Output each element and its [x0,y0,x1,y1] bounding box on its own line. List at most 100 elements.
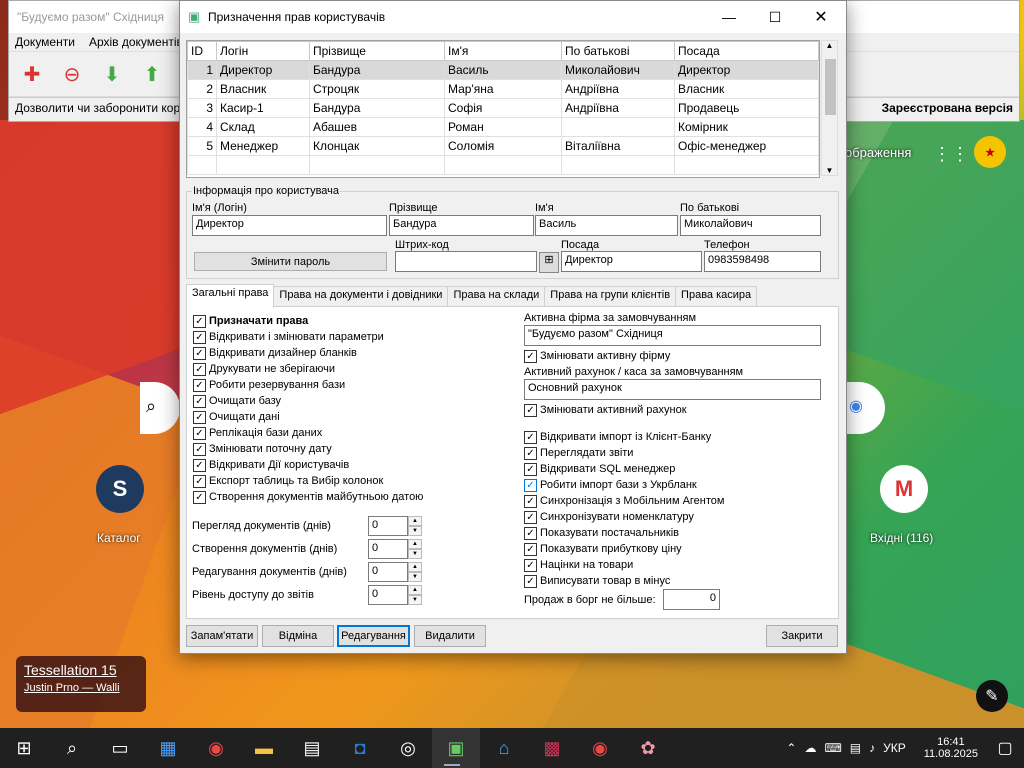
spinner-control[interactable]: 0 ▲ ▼ [368,538,422,559]
notifications-icon[interactable]: ▢ [986,738,1024,758]
spin-down-icon[interactable]: ▼ [408,525,422,536]
table-cell[interactable]: Андріївна [561,98,675,118]
rights-checkbox[interactable]: ✓ Реплікація бази даних [193,425,423,441]
remove-user-icon[interactable]: ⊖ [55,57,89,91]
table-cell[interactable]: Андріївна [561,79,675,99]
rights-checkbox[interactable]: ✓ Очищати дані [193,409,423,425]
brand-logo-icon[interactable]: ★ [974,136,1006,168]
scroll-down-icon[interactable]: ▼ [822,166,837,175]
rights-checkbox[interactable]: ✓ Переглядати звіти [524,445,724,461]
chrome-profile-icon[interactable]: ◉ [576,728,624,768]
change-account-checkbox[interactable]: ✓ Змінювати активний рахунок [524,402,687,418]
wallpaper-author[interactable]: Justin Prno — Walli [24,682,138,694]
table-cell[interactable]: Власник [216,79,310,99]
scroll-up-icon[interactable]: ▲ [822,41,837,50]
tab-cashier-rights[interactable]: Права касира [675,286,758,307]
gmail-icon[interactable]: M [880,465,928,513]
col-login[interactable]: Логін [216,41,310,61]
rights-checkbox[interactable]: ✓ Відкривати SQL менеджер [524,461,724,477]
rights-checkbox[interactable]: ✓ Синхронізація з Мобільним Агентом [524,493,724,509]
chevron-up-icon[interactable]: ⌃ [786,741,796,755]
camera-app-icon[interactable]: ◎ [384,728,432,768]
table-cell[interactable]: Соломія [444,136,562,156]
scroll-thumb[interactable] [825,59,836,115]
inbox-label[interactable]: Вхідні (116) [870,531,933,545]
login-field[interactable]: Директор [192,215,387,236]
patronymic-field[interactable]: Миколайович [680,215,821,236]
spinner-control[interactable]: 0 ▲ ▼ [368,584,422,605]
table-row[interactable]: 3 Касир-1 Бандура Софія Андріївна Продавець [187,98,819,118]
col-position[interactable]: Посада [674,41,819,61]
table-cell[interactable]: 2 [187,79,217,99]
spin-up-icon[interactable]: ▲ [408,584,422,595]
menu-archive[interactable]: Архів документів [89,35,183,49]
upload-icon[interactable]: ⬆ [135,57,169,91]
close-button[interactable]: Закрити [766,625,838,647]
table-cell[interactable]: Склад [216,117,310,137]
spinner-value[interactable]: 0 [368,515,408,536]
rights-checkbox[interactable]: ✓ Відкривати Дії користувачів [193,457,423,473]
spin-up-icon[interactable]: ▲ [408,515,422,526]
rights-checkbox[interactable]: ✓ Показувати постачальників [524,525,724,541]
tab-general-rights[interactable]: Загальні права [186,284,275,308]
table-cell[interactable]: Директор [674,60,819,80]
rights-checkbox[interactable]: ✓ Націнки на товари [524,557,724,573]
table-cell[interactable]: Касир-1 [216,98,310,118]
change-firm-checkbox[interactable]: ✓ Змінювати активну фірму [524,348,670,364]
rights-checkbox[interactable]: ✓ Очищати базу [193,393,423,409]
table-cell[interactable]: Бандура [309,60,445,80]
table-cell[interactable]: Строцяк [309,79,445,99]
rights-checkbox[interactable]: ✓ Відкривати імпорт із Клієнт-Банку [524,429,724,445]
table-cell[interactable]: Віталіївна [561,136,675,156]
table-cell[interactable]: 1 [187,60,217,80]
rights-checkbox[interactable]: ✓ Робити імпорт бази з Укрбланк [524,477,724,493]
table-cell[interactable]: Власник [674,79,819,99]
file-explorer-icon[interactable]: ▬ [240,728,288,768]
table-cell[interactable]: Роман [444,117,562,137]
table-cell[interactable]: Директор [216,60,310,80]
table-cell[interactable]: Продавець [674,98,819,118]
name-field[interactable]: Василь [535,215,678,236]
table-row[interactable]: 2 Власник Строцяк Мар'яна Андріївна Власник [187,79,819,99]
pencil-icon[interactable]: ✎ [976,680,1008,712]
rights-checkbox[interactable]: ✓ Відкривати і змінювати параметри [193,329,423,345]
spinner-control[interactable]: 0 ▲ ▼ [368,515,422,536]
wallpaper-title[interactable]: Tessellation 15 [24,662,138,678]
rights-checkbox[interactable]: ✓ Змінювати поточну дату [193,441,423,457]
rights-checkbox[interactable]: ✓ Синхронізувати номенклатуру [524,509,724,525]
table-cell[interactable]: Василь [444,60,562,80]
catalog-app-icon[interactable]: S [96,465,144,513]
barcode-field[interactable] [395,251,537,272]
table-cell[interactable]: 5 [187,136,217,156]
table-row[interactable]: 1 Директор Бандура Василь Миколайович Директо… [187,60,819,80]
images-label[interactable]: ображення [845,145,911,160]
col-name[interactable]: Ім'я [444,41,562,61]
table-cell[interactable]: Бандура [309,98,445,118]
col-id[interactable]: ID [187,41,217,61]
add-user-icon[interactable]: ✚ [15,57,49,91]
table-cell[interactable]: Менеджер [216,136,310,156]
table-cell[interactable]: Миколайович [561,60,675,80]
spin-down-icon[interactable]: ▼ [408,548,422,559]
phone-field[interactable]: 0983598498 [704,251,821,272]
spin-up-icon[interactable]: ▲ [408,538,422,549]
users-grid[interactable]: ID Логін Прізвище Ім'я По батькові Посад… [186,40,820,178]
download-icon[interactable]: ⬇ [95,57,129,91]
volume-icon[interactable]: ♪ [869,741,875,755]
language-indicator[interactable]: УКР [883,741,906,755]
grid-scrollbar[interactable]: ▲ ▼ [821,40,838,176]
table-cell[interactable]: 3 [187,98,217,118]
table-cell[interactable]: Софія [444,98,562,118]
change-password-button[interactable]: Змінити пароль [194,252,387,271]
table-row[interactable]: 4 Склад Абашев Роман Комірник [187,117,819,137]
rights-checkbox[interactable]: ✓ Показувати прибуткову ціну [524,541,724,557]
close-icon[interactable]: ✕ [798,1,844,33]
surname-field[interactable]: Бандура [389,215,534,236]
col-surname[interactable]: Прізвище [309,41,445,61]
home-app-icon[interactable]: ⌂ [480,728,528,768]
col-patronymic[interactable]: По батькові [561,41,675,61]
spinner-control[interactable]: 0 ▲ ▼ [368,561,422,582]
rights-checkbox[interactable]: ✓ Виписувати товар в мінус [524,573,724,589]
debt-field[interactable]: 0 [663,589,720,610]
table-cell[interactable]: Офіс-менеджер [674,136,819,156]
